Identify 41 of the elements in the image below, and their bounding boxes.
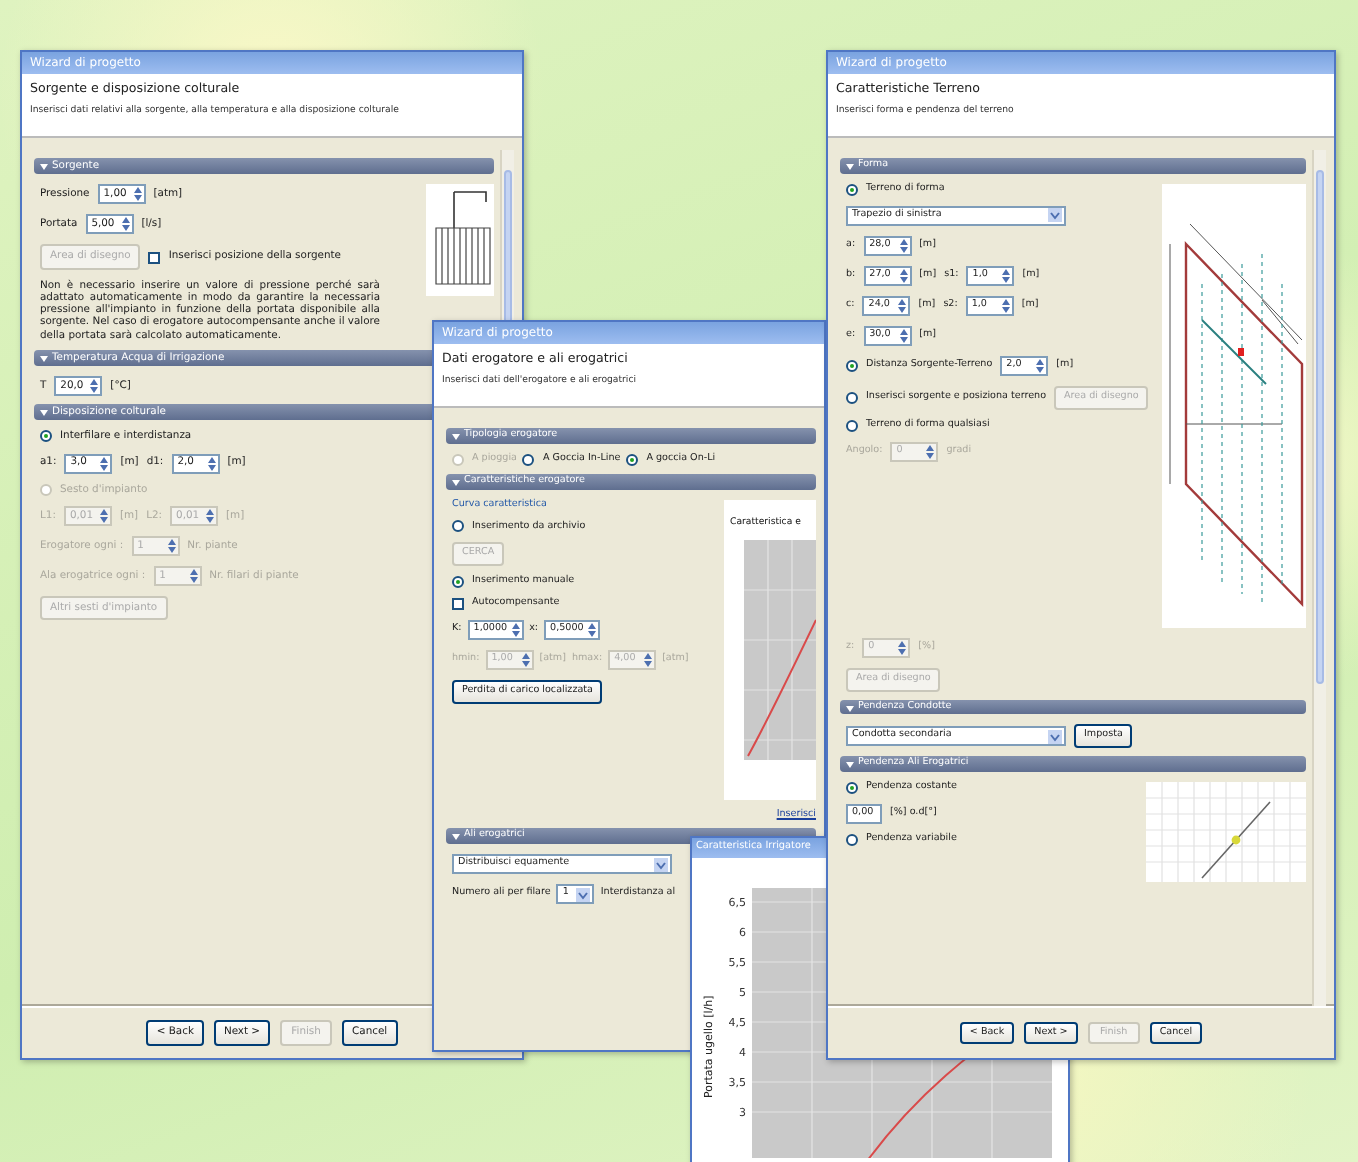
- spinner-arrows-icon: [644, 652, 653, 669]
- spinner-arrows-icon: [1001, 297, 1010, 314]
- radio-button[interactable]: [40, 430, 52, 443]
- spinner-arrows-icon: [90, 378, 99, 395]
- spinner-arrows-icon: [511, 622, 520, 639]
- spinner-arrows-icon: [926, 443, 935, 460]
- spinner-arrows-icon: [207, 455, 216, 472]
- radio-button[interactable]: [846, 419, 858, 432]
- caret-icon: [576, 887, 591, 902]
- spinner-arrows-icon: [100, 455, 109, 472]
- spinner-arrows-icon: [99, 507, 108, 524]
- radio-button[interactable]: [846, 391, 858, 404]
- radio-button[interactable]: [522, 453, 535, 466]
- spinner-arrows-icon: [206, 507, 215, 524]
- radio-button[interactable]: [626, 453, 639, 466]
- radio-button[interactable]: [452, 520, 464, 533]
- radio-button[interactable]: [452, 576, 464, 589]
- spinner-arrows-icon: [899, 267, 908, 284]
- spinner-arrows-icon: [898, 639, 907, 656]
- spinner-arrows-icon: [121, 216, 130, 233]
- spinner-arrows-icon: [189, 567, 198, 584]
- spinner-arrows-icon: [1036, 357, 1045, 374]
- spinner-arrows-icon: [521, 652, 530, 669]
- spinner-arrows-icon: [899, 237, 908, 254]
- spinner-arrows-icon: [898, 297, 907, 314]
- checkbox[interactable]: [148, 251, 161, 264]
- caret-icon: [1048, 208, 1062, 223]
- spinner-arrows-icon: [1002, 267, 1011, 284]
- radio-button[interactable]: [846, 781, 858, 794]
- spinner-arrows-icon: [133, 186, 142, 203]
- checkbox[interactable]: [452, 598, 464, 611]
- radio-button[interactable]: [846, 183, 858, 196]
- spinner-arrows-icon: [899, 327, 908, 344]
- caret-icon: [1048, 729, 1062, 744]
- spinner-arrows-icon: [587, 622, 596, 639]
- radio-button[interactable]: [846, 359, 858, 372]
- scrollbar[interactable]: [1312, 150, 1326, 1006]
- spinner-arrows-icon: [167, 537, 176, 554]
- source-drawing: [426, 184, 494, 297]
- caret-icon: [654, 857, 668, 872]
- radio-button[interactable]: [846, 833, 858, 846]
